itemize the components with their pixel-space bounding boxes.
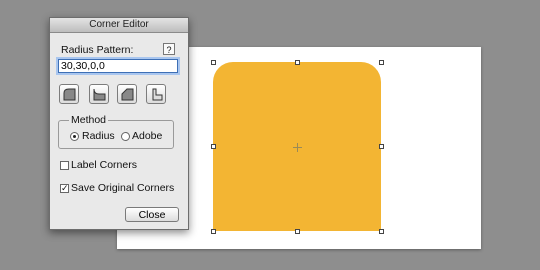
dialog-title[interactable]: Corner Editor [50,18,188,33]
inset-corner-icon [152,88,163,101]
rounded-corner-icon [63,88,76,101]
inset-corner-button[interactable] [146,84,166,104]
bevel-corner-button[interactable] [117,84,137,104]
save-original-corners-checkbox[interactable]: ✓ [60,184,69,193]
radius-option-label[interactable]: Radius [82,130,115,142]
handle-top-center[interactable] [295,60,300,65]
handle-middle-right[interactable] [379,144,384,149]
method-label: Method [69,114,109,126]
handle-bottom-left[interactable] [211,229,216,234]
label-corners-checkbox[interactable] [60,161,69,170]
radius-radio[interactable] [70,132,79,141]
save-original-corners-label[interactable]: Save Original Corners [71,182,174,194]
label-corners-label[interactable]: Label Corners [71,159,137,171]
close-button[interactable]: Close [125,207,179,222]
handle-top-right[interactable] [379,60,384,65]
help-button[interactable]: ? [163,43,175,55]
radius-pattern-input[interactable] [58,59,178,73]
inverted-round-corner-button[interactable] [89,84,109,104]
center-point-icon [293,143,302,152]
handle-bottom-right[interactable] [379,229,384,234]
handle-middle-left[interactable] [211,144,216,149]
method-group: Method Radius Adobe [58,114,174,149]
handle-top-left[interactable] [211,60,216,65]
adobe-radio[interactable] [121,132,130,141]
handle-bottom-center[interactable] [295,229,300,234]
inverted-round-corner-icon [93,88,106,101]
corner-editor-dialog: Corner Editor Radius Pattern: ? Method R… [49,17,189,230]
radius-pattern-label: Radius Pattern: [61,44,134,56]
rounded-corner-button[interactable] [59,84,79,104]
bevel-corner-icon [121,88,134,101]
adobe-option-label[interactable]: Adobe [132,130,162,142]
